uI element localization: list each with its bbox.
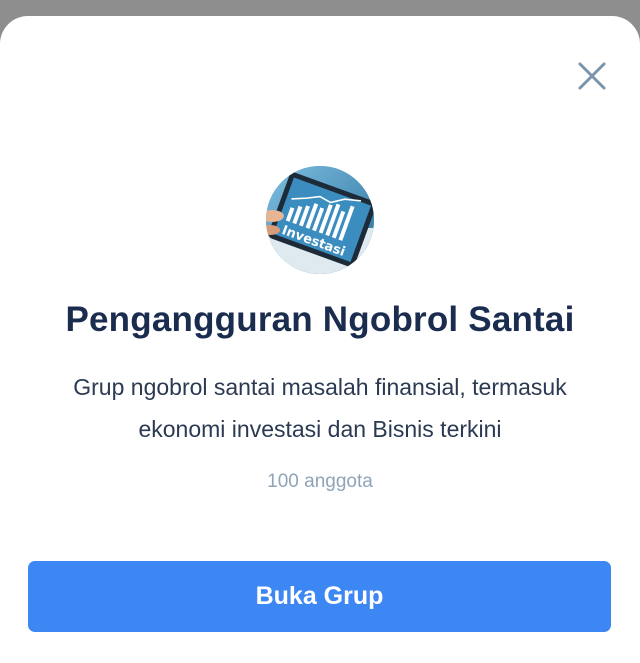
group-avatar: Investasi bbox=[266, 166, 374, 274]
group-title: Pengangguran Ngobrol Santai bbox=[65, 300, 575, 339]
group-description: Grup ngobrol santai masalah finansial, t… bbox=[73, 374, 567, 442]
close-icon bbox=[578, 62, 606, 90]
member-count: 100 anggota bbox=[267, 471, 373, 492]
group-preview-sheet: Investasi Pengangguran Ngobrol Santai Gr… bbox=[0, 16, 640, 663]
open-group-button[interactable]: Buka Grup bbox=[28, 561, 611, 632]
close-button[interactable] bbox=[574, 58, 610, 94]
open-group-label: Buka Grup bbox=[255, 582, 384, 610]
